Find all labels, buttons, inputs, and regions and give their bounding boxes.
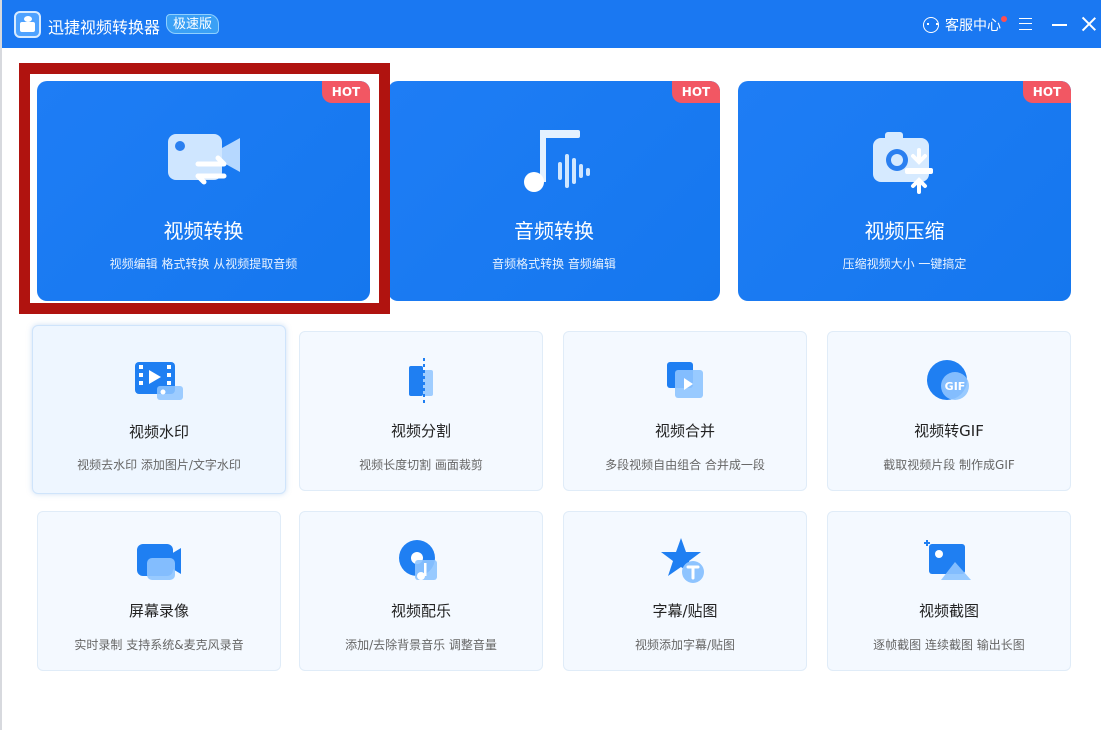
video-watermark-icon (135, 362, 183, 400)
app-logo-icon (14, 11, 41, 38)
minimize-icon[interactable] (1052, 24, 1067, 26)
screen-record-icon (137, 544, 181, 580)
close-icon[interactable] (1081, 16, 1097, 32)
tool-subtitle: 多段视频自由组合 合并成一段 (605, 458, 765, 472)
music-disc-icon (399, 540, 437, 580)
feature-subtitle: 压缩视频大小 一键搞定 (842, 257, 967, 271)
gif-icon: GIF (927, 360, 969, 400)
tool-card-subtitle-sticker[interactable]: 字幕/贴图 视频添加字幕/贴图 (563, 511, 807, 671)
subtitle-star-icon (661, 538, 704, 583)
tool-card-video-music[interactable]: 视频配乐 添加/去除背景音乐 调整音量 (299, 511, 543, 671)
tool-subtitle: 视频去水印 添加图片/文字水印 (77, 458, 241, 472)
tool-title: 视频合并 (654, 422, 715, 440)
tool-title: 视频分割 (390, 422, 451, 440)
tool-card-video-screenshot[interactable]: 视频截图 逐帧截图 连续截图 输出长图 (827, 511, 1071, 671)
title-bar: 迅捷视频转换器 极速版 客服中心 (2, 0, 1101, 48)
tool-card-screen-record[interactable]: 屏幕录像 实时录制 支持系统&麦克风录音 (37, 511, 281, 671)
tool-subtitle: 实时录制 支持系统&麦克风录音 (74, 638, 244, 652)
feature-subtitle: 音频格式转换 音频编辑 (492, 257, 616, 271)
notification-dot (1001, 16, 1007, 22)
feature-title: 音频转换 (514, 219, 594, 243)
app-window: 迅捷视频转换器 极速版 客服中心 HOT 视频转换 视频编辑 格式转换 从视频提… (0, 0, 1101, 730)
svg-text:GIF: GIF (945, 380, 966, 393)
video-split-icon (409, 358, 433, 404)
edition-badge: 极速版 (166, 14, 220, 34)
hot-badge: HOT (672, 81, 720, 103)
app-title: 迅捷视频转换器 (48, 18, 161, 37)
video-merge-icon (667, 362, 703, 398)
camera-compress-icon (872, 132, 933, 194)
tool-subtitle: 截取视频片段 制作成GIF (883, 458, 1015, 472)
screenshot-image-icon (924, 540, 971, 580)
feature-title: 视频压缩 (864, 219, 945, 243)
tool-title: 视频转GIF (914, 422, 984, 440)
selection-highlight-frame (19, 63, 390, 314)
music-note-icon (524, 130, 590, 192)
tool-card-video-watermark[interactable]: 视频水印 视频去水印 添加图片/文字水印 (32, 325, 286, 494)
tool-subtitle: 逐帧截图 连续截图 输出长图 (873, 638, 1025, 652)
tool-subtitle: 添加/去除背景音乐 调整音量 (345, 638, 497, 652)
tool-title: 视频水印 (128, 423, 189, 441)
support-center-label: 客服中心 (945, 18, 1001, 34)
tool-subtitle: 视频添加字幕/贴图 (634, 638, 736, 652)
tool-title: 视频配乐 (390, 602, 451, 620)
chat-bubble-icon (923, 17, 939, 33)
tool-card-video-to-gif[interactable]: GIF 视频转GIF 截取视频片段 制作成GIF (827, 331, 1071, 491)
feature-card-video-compress[interactable]: HOT 视频压缩 压缩视频大小 一键搞定 (738, 81, 1071, 301)
tool-title: 视频截图 (918, 602, 979, 620)
tool-title: 屏幕录像 (128, 602, 189, 620)
tool-subtitle: 视频长度切割 画面裁剪 (359, 458, 483, 472)
tool-title: 字幕/贴图 (652, 602, 718, 620)
tool-card-video-merge[interactable]: 视频合并 多段视频自由组合 合并成一段 (563, 331, 807, 491)
feature-card-audio-convert[interactable]: HOT 音频转换 音频格式转换 音频编辑 (388, 81, 720, 301)
tool-card-video-split[interactable]: 视频分割 视频长度切割 画面裁剪 (299, 331, 543, 491)
hot-badge: HOT (1023, 81, 1071, 103)
support-center-button[interactable]: 客服中心 (923, 15, 1007, 35)
menu-icon[interactable] (1019, 18, 1032, 30)
